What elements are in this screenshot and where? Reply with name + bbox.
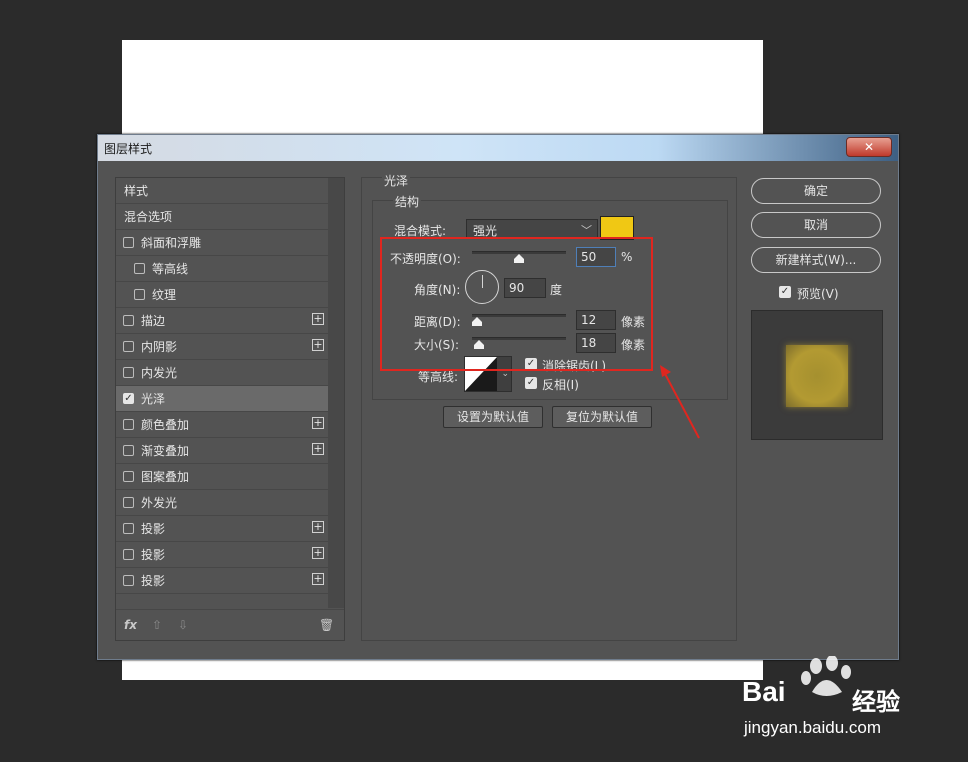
styles-list-scrollbar[interactable] <box>328 178 344 608</box>
annotation-highlight-box <box>380 237 653 371</box>
style-list-item[interactable]: ✓ 光泽 <box>116 386 328 412</box>
style-item-checkbox[interactable] <box>123 497 134 508</box>
annotation-arrow <box>660 365 700 439</box>
style-item-label: 光泽 <box>141 392 166 406</box>
preview-label: 预览(V) <box>797 287 839 301</box>
style-item-label: 混合选项 <box>124 210 173 224</box>
style-list-item[interactable]: 内发光 <box>116 360 328 386</box>
baidu-paw-logo <box>801 656 851 696</box>
close-button[interactable]: ✕ <box>846 137 892 157</box>
dialog-title: 图层样式 <box>104 142 153 156</box>
style-list-item[interactable]: 投影 + <box>116 542 328 568</box>
style-list-item[interactable]: 颜色叠加 + <box>116 412 328 438</box>
style-item-label: 斜面和浮雕 <box>141 236 202 250</box>
preview-checkbox[interactable]: ✓ <box>779 286 791 298</box>
add-effect-icon[interactable]: + <box>312 521 324 533</box>
watermark-brand-left: Bai <box>742 676 786 707</box>
style-item-checkbox[interactable] <box>123 419 134 430</box>
style-item-label: 样式 <box>124 184 149 198</box>
style-item-checkbox[interactable] <box>134 289 145 300</box>
close-icon: ✕ <box>863 140 875 154</box>
reset-default-button[interactable]: 复位为默认值 <box>552 406 652 428</box>
watermark-url: jingyan.baidu.com <box>744 718 882 737</box>
style-item-label: 投影 <box>141 548 166 562</box>
baidu-jingyan-watermark: Bai 经验 jingyan.baidu.com <box>742 656 942 746</box>
style-item-checkbox[interactable] <box>134 263 145 274</box>
style-item-label: 等高线 <box>152 262 189 276</box>
add-effect-icon[interactable]: + <box>312 443 324 455</box>
style-item-label: 渐变叠加 <box>141 444 190 458</box>
add-effect-icon[interactable]: + <box>312 417 324 429</box>
style-item-label: 纹理 <box>152 288 177 302</box>
style-item-label: 图案叠加 <box>141 470 190 484</box>
style-item-label: 描边 <box>141 314 166 328</box>
style-list-item[interactable]: 外发光 <box>116 490 328 516</box>
move-up-icon[interactable]: ⇧ <box>152 618 162 632</box>
blend-mode-select[interactable]: 强光 ﹀ <box>466 219 598 239</box>
style-list-item[interactable]: 渐变叠加 + <box>116 438 328 464</box>
fx-icon[interactable]: fx <box>124 618 137 632</box>
dialog-titlebar[interactable]: 图层样式 ✕ <box>98 135 898 161</box>
ok-button[interactable]: 确定 <box>751 178 881 204</box>
style-item-checkbox[interactable] <box>123 471 134 482</box>
cancel-button[interactable]: 取消 <box>751 212 881 238</box>
satin-group-title: 光泽 <box>382 172 411 189</box>
style-item-label: 投影 <box>141 522 166 536</box>
set-default-button[interactable]: 设置为默认值 <box>443 406 543 428</box>
style-item-checkbox[interactable] <box>123 523 134 534</box>
watermark-brand-right: 经验 <box>852 688 900 716</box>
style-item-checkbox[interactable] <box>123 315 134 326</box>
add-effect-icon[interactable]: + <box>312 547 324 559</box>
style-list-item[interactable]: 样式 <box>116 178 328 204</box>
style-item-checkbox[interactable] <box>123 341 134 352</box>
invert-checkbox[interactable]: ✓ <box>525 377 537 389</box>
style-item-checkbox[interactable] <box>123 237 134 248</box>
structure-group-title: 结构 <box>393 193 422 210</box>
styles-list-footer: fx ⇧ ⇩ 🗑 <box>116 609 344 640</box>
style-list-item[interactable]: 等高线 <box>116 256 328 282</box>
style-item-checkbox[interactable]: ✓ <box>123 393 134 404</box>
trash-icon[interactable]: 🗑 <box>319 618 334 632</box>
style-list-item[interactable]: 混合选项 <box>116 204 328 230</box>
new-style-button[interactable]: 新建样式(W)... <box>751 247 881 273</box>
style-item-checkbox[interactable] <box>123 445 134 456</box>
style-list-item[interactable]: 内阴影 + <box>116 334 328 360</box>
style-preview <box>751 310 883 440</box>
style-list-item[interactable]: 描边 + <box>116 308 328 334</box>
style-item-checkbox[interactable] <box>123 549 134 560</box>
style-list-item[interactable]: 投影 + <box>116 516 328 542</box>
invert-label: 反相(I) <box>542 378 579 392</box>
style-item-label: 外发光 <box>141 496 178 510</box>
style-item-checkbox[interactable] <box>123 575 134 586</box>
styles-list-panel: 样式混合选项斜面和浮雕等高线纹理描边 + 内阴影 + 内发光 ✓ 光泽颜色叠加 + 渐变叠加 + 图… <box>115 177 345 641</box>
style-list-item[interactable]: 投影 + <box>116 568 328 594</box>
add-effect-icon[interactable]: + <box>312 313 324 325</box>
style-list-item[interactable]: 图案叠加 <box>116 464 328 490</box>
style-item-checkbox[interactable] <box>123 367 134 378</box>
style-item-label: 颜色叠加 <box>141 418 190 432</box>
add-effect-icon[interactable]: + <box>312 339 324 351</box>
style-item-label: 内阴影 <box>141 340 178 354</box>
chevron-down-icon: ﹀ <box>581 224 592 237</box>
move-down-icon[interactable]: ⇩ <box>178 618 188 632</box>
styles-list: 样式混合选项斜面和浮雕等高线纹理描边 + 内阴影 + 内发光 ✓ 光泽颜色叠加 + 渐变叠加 + 图… <box>116 178 328 594</box>
add-effect-icon[interactable]: + <box>312 573 324 585</box>
style-list-item[interactable]: 纹理 <box>116 282 328 308</box>
style-preview-swatch <box>786 345 848 407</box>
style-list-item[interactable]: 斜面和浮雕 <box>116 230 328 256</box>
style-item-label: 内发光 <box>141 366 178 380</box>
style-item-label: 投影 <box>141 574 166 588</box>
layer-style-dialog: 图层样式 ✕ 样式混合选项斜面和浮雕等高线纹理描边 + 内阴影 + 内发光 ✓ 光泽颜色叠加… <box>97 134 899 660</box>
